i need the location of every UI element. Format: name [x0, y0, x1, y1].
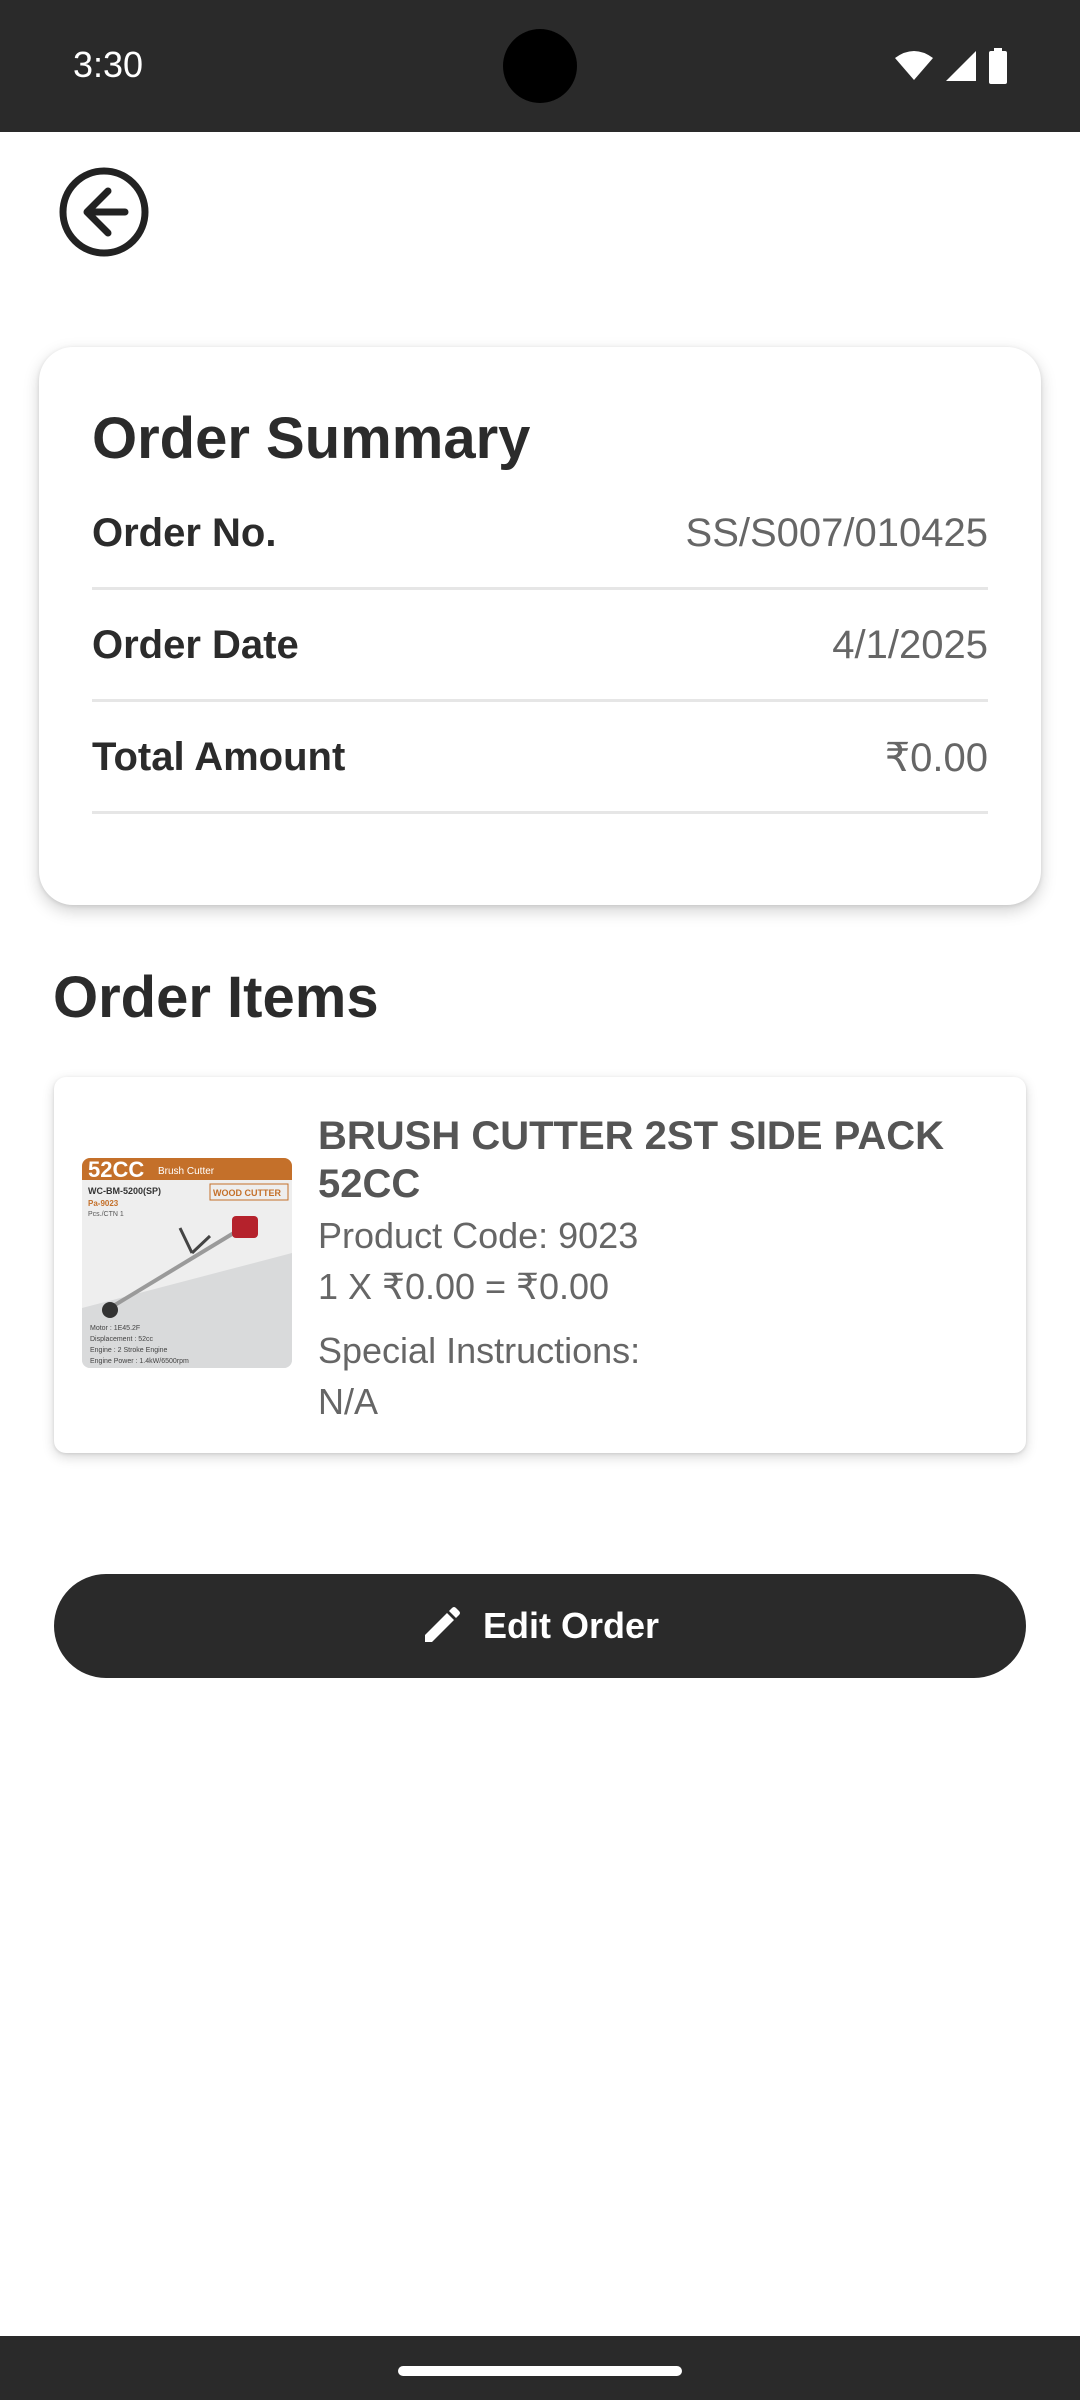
order-number-label: Order No. — [92, 511, 277, 555]
image-category-text: Brush Cutter — [158, 1166, 215, 1177]
product-image-graphic: 52CC Brush Cutter WC-BM-5200(SP) Pa-9023… — [82, 1158, 292, 1368]
arrow-left-circle-icon — [59, 167, 149, 257]
signal-icon — [946, 51, 976, 81]
battery-icon — [989, 48, 1007, 84]
total-amount-label: Total Amount — [92, 735, 346, 779]
image-brand-text: WOOD CUTTER — [213, 1188, 281, 1198]
total-amount-row: Total Amount ₹0.00 — [92, 701, 988, 814]
edit-order-label: Edit Order — [482, 1605, 660, 1646]
camera-cutout — [503, 29, 577, 103]
order-items-title: Order Items — [53, 965, 379, 1030]
navigation-bar — [0, 2336, 1080, 2400]
product-engine-shape — [232, 1216, 258, 1238]
image-pcs-text: Pcs./CTN 1 — [88, 1211, 124, 1218]
order-item-card[interactable]: 52CC Brush Cutter WC-BM-5200(SP) Pa-9023… — [54, 1077, 1026, 1453]
special-instructions-label: Special Instructions: — [318, 1330, 641, 1371]
edit-order-button[interactable]: Edit Order — [54, 1574, 1026, 1678]
product-image: 52CC Brush Cutter WC-BM-5200(SP) Pa-9023… — [82, 1158, 292, 1368]
back-button[interactable] — [56, 164, 152, 260]
pencil-icon — [424, 1607, 460, 1642]
image-spec-1: Motor : 1E45.2F — [90, 1325, 140, 1332]
image-spec-4: Engine Power : 1.4kW/6500rpm — [90, 1358, 189, 1365]
status-bar: 3:30 — [0, 0, 1080, 132]
status-time: 3:30 — [73, 44, 144, 85]
total-amount-value: ₹0.00 — [884, 736, 988, 780]
order-date-value: 4/1/2025 — [832, 623, 988, 667]
special-instructions-value: N/A — [318, 1381, 379, 1422]
order-date-row: Order Date 4/1/2025 — [92, 589, 988, 702]
order-summary-title: Order Summary — [92, 406, 531, 471]
order-date-label: Order Date — [92, 623, 299, 667]
image-spec-3: Engine : 2 Stroke Engine — [90, 1347, 168, 1354]
price-line: 1 X ₹0.00 = ₹0.00 — [318, 1266, 610, 1307]
status-icons — [894, 48, 1008, 84]
order-detail-screen: Order Summary Order No. SS/S007/010425 O… — [0, 132, 1080, 2336]
order-number-value: SS/S007/010425 — [685, 511, 988, 555]
product-name: BRUSH CUTTER 2ST SIDE PACK 52CC — [318, 1114, 944, 1206]
image-badge-text: 52CC — [88, 1158, 144, 1182]
order-summary-card: Order Summary Order No. SS/S007/010425 O… — [39, 347, 1041, 905]
image-spec-2: Displacement : 52cc — [90, 1336, 154, 1343]
image-code-text: Pa-9023 — [88, 1199, 119, 1208]
wifi-icon — [895, 51, 933, 80]
order-number-row: Order No. SS/S007/010425 — [92, 477, 988, 590]
product-code: Product Code: 9023 — [318, 1215, 639, 1256]
image-model-text: WC-BM-5200(SP) — [88, 1186, 161, 1196]
home-gesture-handle[interactable] — [398, 2366, 682, 2376]
